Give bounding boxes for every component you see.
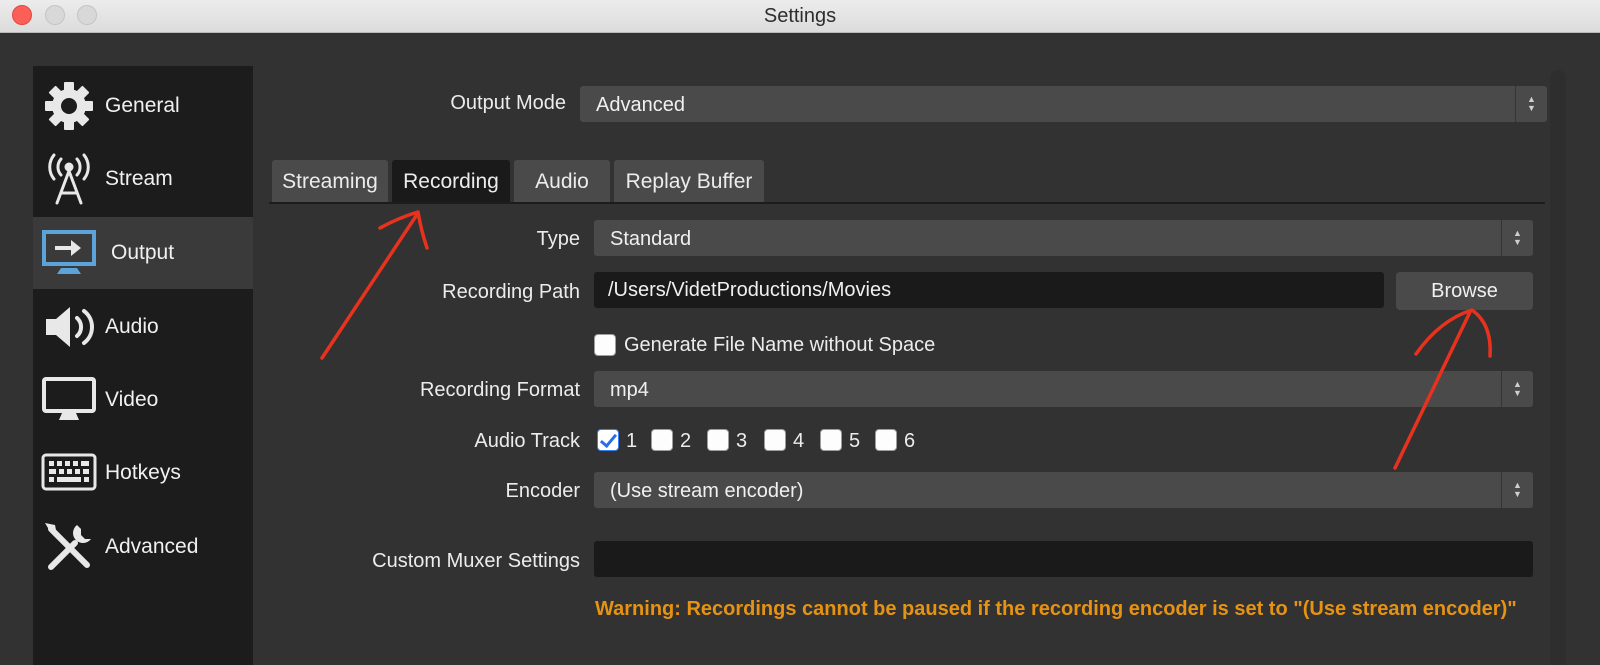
recording-format-select[interactable]: mp4 ▲ ▼ [594,371,1533,407]
type-label: Type [536,228,580,250]
sidebar-item-stream[interactable]: Stream [33,143,253,215]
audio-track-4-checkbox[interactable] [764,429,786,451]
sidebar-item-label: Advanced [105,535,199,558]
tab-streaming[interactable]: Streaming [272,160,388,202]
window-title: Settings [763,5,837,27]
recording-path-field[interactable]: /Users/VidetProductions/Movies [594,272,1384,308]
sidebar-item-video[interactable]: Video [33,364,253,436]
recording-path-label: Recording Path [442,281,580,303]
audio-track-3-checkbox[interactable] [707,429,729,451]
encoder-select[interactable]: (Use stream encoder) ▲ ▼ [594,472,1533,508]
sidebar-item-label: General [105,94,180,117]
sidebar-item-advanced[interactable]: Advanced [33,511,253,583]
custom-muxer-label: Custom Muxer Settings [372,550,580,572]
audio-track-5-checkbox[interactable] [820,429,842,451]
encoder-value: (Use stream encoder) [610,480,804,502]
audio-track-label: Audio Track [474,430,580,452]
audio-track-1-label: 1 [626,430,638,452]
gear-icon [41,78,97,134]
sidebar-item-general[interactable]: General [33,70,253,142]
tab-replay-buffer[interactable]: Replay Buffer [614,160,764,202]
sidebar-item-label: Video [105,388,159,411]
audio-track-4-label: 4 [793,430,805,452]
encoder-label: Encoder [505,480,581,502]
monitor-icon [41,372,97,428]
chevron-updown-icon: ▲ ▼ [1515,86,1547,122]
sidebar-item-label: Audio [105,315,159,338]
generate-filename-label: Generate File Name without Space [624,334,936,356]
generate-filename-checkbox[interactable] [594,334,616,356]
browse-button[interactable]: Browse [1396,272,1533,310]
audio-track-6-checkbox[interactable] [875,429,897,451]
audio-track-2-checkbox[interactable] [651,429,673,451]
sidebar-item-label: Output [111,241,175,264]
audio-track-2-label: 2 [680,430,692,452]
output-mode-value: Advanced [596,94,685,116]
title-bar: Settings [0,0,1600,33]
monitor-output-icon [41,225,97,281]
recording-format-value: mp4 [610,379,649,401]
broadcast-tower-icon [41,151,97,207]
audio-track-6-label: 6 [904,430,916,452]
tab-recording[interactable]: Recording [392,160,510,202]
tab-divider [269,202,1545,204]
settings-sidebar: General Stream Output Audio Video Hotkey… [33,66,253,665]
output-mode-select[interactable]: Advanced ▲ ▼ [580,86,1547,122]
chevron-updown-icon: ▲ ▼ [1501,371,1533,407]
tab-audio[interactable]: Audio [514,160,610,202]
keyboard-icon [41,445,97,501]
chevron-updown-icon: ▲ ▼ [1501,220,1533,256]
recording-format-label: Recording Format [419,379,580,401]
custom-muxer-field[interactable] [594,541,1533,577]
tools-icon [41,519,97,575]
encoder-warning-text: Warning: Recordings cannot be paused if … [595,598,1517,620]
audio-track-3-label: 3 [736,430,748,452]
sidebar-item-hotkeys[interactable]: Hotkeys [33,437,253,509]
speaker-icon [41,299,97,355]
output-mode-label: Output Mode [450,92,566,114]
sidebar-item-output[interactable]: Output [33,217,253,289]
recording-type-select[interactable]: Standard ▲ ▼ [594,220,1533,256]
audio-track-5-label: 5 [849,430,861,452]
scrollbar[interactable] [1550,70,1566,665]
sidebar-item-label: Hotkeys [105,461,181,484]
sidebar-item-audio[interactable]: Audio [33,291,253,363]
audio-track-1-checkbox[interactable] [597,429,619,451]
sidebar-item-label: Stream [105,167,173,190]
recording-type-value: Standard [610,228,692,250]
chevron-updown-icon: ▲ ▼ [1501,472,1533,508]
